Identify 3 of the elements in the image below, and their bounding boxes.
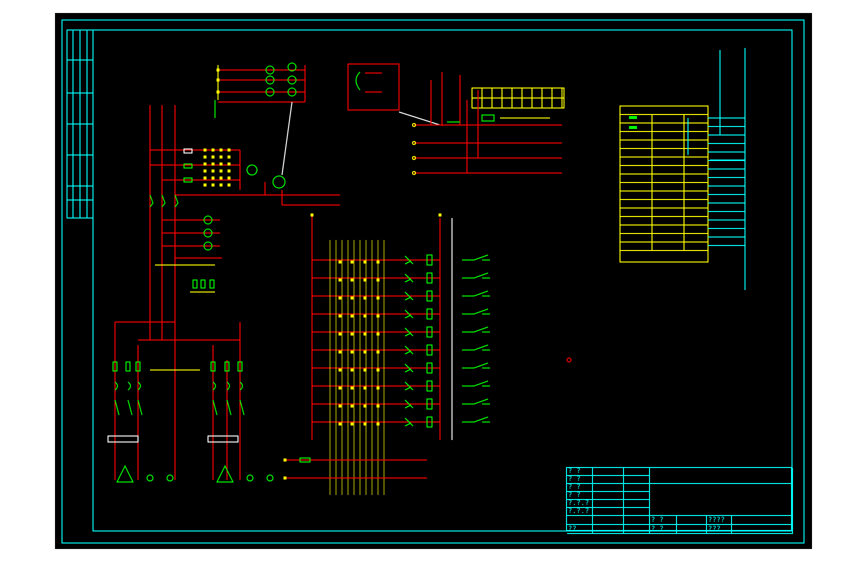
title-block-cell [677,516,707,525]
title-block-cell [624,516,650,525]
title-block-cell [593,516,624,525]
